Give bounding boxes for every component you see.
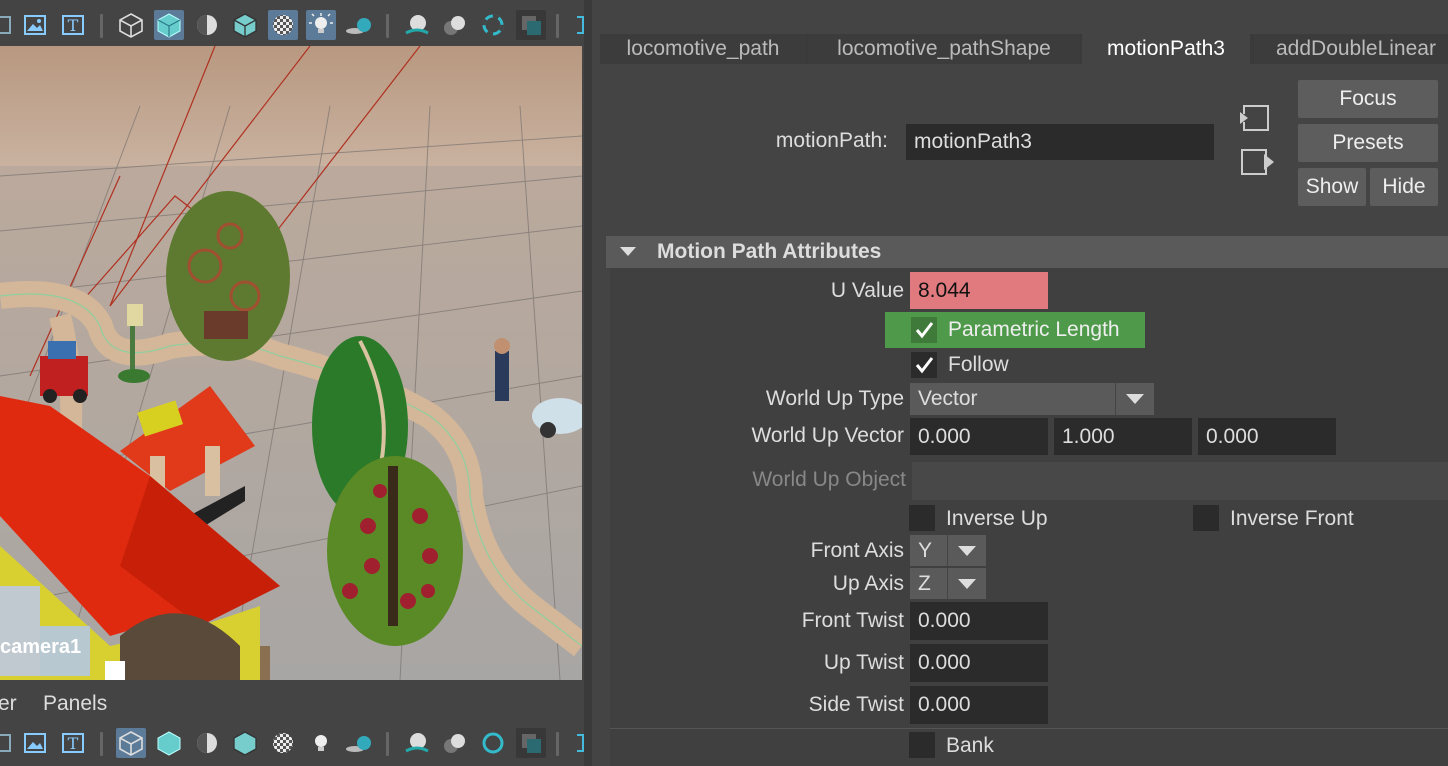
world-up-vector-z-field[interactable]: 0.000 <box>1198 418 1336 455</box>
world-up-vector-label: World Up Vector <box>751 424 904 447</box>
default-material-icon[interactable] <box>192 728 222 758</box>
anti-alias-icon[interactable] <box>478 728 508 758</box>
front-twist-field[interactable]: 0.000 <box>910 602 1048 640</box>
anti-alias-icon[interactable] <box>478 10 508 40</box>
ambient-occlusion-icon[interactable] <box>402 728 432 758</box>
node-name-label: motionPath: <box>775 129 888 152</box>
image-plane-icon[interactable] <box>20 728 50 758</box>
u-value-label: U Value <box>830 279 904 302</box>
parametric-length-checkbox[interactable] <box>911 317 937 343</box>
chevron-down-icon <box>947 535 986 566</box>
focus-button[interactable]: Focus <box>1298 80 1438 118</box>
shadows-icon[interactable] <box>344 10 374 40</box>
isolate-icon[interactable] <box>566 728 584 758</box>
inverse-up-checkbox[interactable] <box>909 505 935 531</box>
wireframe-icon[interactable] <box>116 728 146 758</box>
svg-text:T: T <box>68 734 79 753</box>
wireframe-on-shaded-icon[interactable] <box>230 728 260 758</box>
up-axis-dropdown[interactable]: Z <box>910 568 986 599</box>
tab-locomotive-path[interactable]: locomotive_path <box>600 34 806 64</box>
depth-of-field-icon[interactable] <box>516 728 546 758</box>
chevron-down-icon <box>1115 383 1154 415</box>
world-up-object-label: World Up Object <box>752 468 906 491</box>
panel-menubar: er Panels <box>0 684 584 724</box>
frame-icon[interactable] <box>0 728 16 758</box>
shadows-icon[interactable] <box>344 728 374 758</box>
image-plane-icon[interactable] <box>20 10 50 40</box>
bank-label: Bank <box>946 734 994 757</box>
smooth-shade-icon[interactable] <box>154 728 184 758</box>
depth-of-field-icon[interactable] <box>516 10 546 40</box>
inverse-front-label: Inverse Front <box>1230 507 1354 530</box>
world-up-object-field[interactable] <box>912 462 1448 500</box>
viewport-toolbar-top: T <box>0 4 584 46</box>
section-title: Motion Path Attributes <box>657 240 882 263</box>
world-up-vector-y-field[interactable]: 1.000 <box>1054 418 1192 455</box>
tab-add-double-linear[interactable]: addDoubleLinear <box>1254 34 1448 64</box>
inverse-front-checkbox[interactable] <box>1193 505 1219 531</box>
world-up-vector-x-field[interactable]: 0.000 <box>910 418 1048 455</box>
check-icon <box>915 357 934 374</box>
menu-panels[interactable]: Panels <box>43 692 107 716</box>
divider <box>610 728 1448 729</box>
text-icon[interactable]: T <box>58 10 88 40</box>
world-up-type-dropdown[interactable]: Vector <box>910 383 1154 415</box>
load-input-icon[interactable] <box>1238 102 1272 134</box>
wireframe-icon[interactable] <box>116 10 146 40</box>
lighting-icon[interactable] <box>306 728 336 758</box>
world-up-type-label: World Up Type <box>765 387 904 410</box>
menu-renderer[interactable]: er <box>0 692 17 716</box>
svg-text:T: T <box>68 16 79 35</box>
lighting-icon[interactable] <box>306 10 336 40</box>
motion-blur-icon[interactable] <box>440 728 470 758</box>
parametric-length-label: Parametric Length <box>948 318 1120 341</box>
follow-label: Follow <box>948 353 1009 376</box>
load-output-icon[interactable] <box>1240 146 1274 178</box>
panel-splitter[interactable] <box>584 0 592 766</box>
check-icon <box>915 322 934 339</box>
hide-button[interactable]: Hide <box>1370 168 1438 206</box>
tab-motion-path3[interactable]: motionPath3 <box>1082 34 1250 64</box>
frame-icon[interactable] <box>0 10 16 40</box>
wireframe-on-shaded-icon[interactable] <box>230 10 260 40</box>
up-twist-label: Up Twist <box>823 651 904 674</box>
chevron-down-icon <box>947 568 986 599</box>
side-twist-label: Side Twist <box>808 693 904 716</box>
up-axis-value: Z <box>918 571 931 595</box>
ambient-occlusion-icon[interactable] <box>402 10 432 40</box>
u-value-field[interactable]: 8.044 <box>910 272 1048 309</box>
camera-label: camera1 <box>0 636 82 658</box>
viewport-panel: T camera1 er Panels T <box>0 0 584 766</box>
attribute-editor: locomotive_path locomotive_pathShape mot… <box>592 0 1448 766</box>
default-material-icon[interactable] <box>192 10 222 40</box>
world-up-type-value: Vector <box>918 387 978 410</box>
collapse-triangle-icon <box>620 244 636 262</box>
isolate-icon[interactable] <box>566 10 584 40</box>
motion-blur-icon[interactable] <box>440 10 470 40</box>
inverse-up-label: Inverse Up <box>946 507 1048 530</box>
up-twist-field[interactable]: 0.000 <box>910 644 1048 682</box>
bank-checkbox[interactable] <box>909 732 935 758</box>
follow-checkbox[interactable] <box>911 352 937 378</box>
front-twist-label: Front Twist <box>801 609 904 632</box>
front-axis-dropdown[interactable]: Y <box>910 535 986 566</box>
show-button[interactable]: Show <box>1298 168 1366 206</box>
tab-locomotive-path-shape[interactable]: locomotive_pathShape <box>808 34 1080 64</box>
up-axis-label: Up Axis <box>832 572 904 595</box>
side-twist-field[interactable]: 0.000 <box>910 686 1048 724</box>
viewport-render[interactable] <box>0 46 582 680</box>
viewport-toolbar-bottom: T <box>0 722 584 764</box>
text-icon[interactable]: T <box>58 728 88 758</box>
presets-button[interactable]: Presets <box>1298 124 1438 162</box>
front-axis-label: Front Axis <box>810 539 904 562</box>
textured-icon[interactable] <box>268 728 298 758</box>
node-name-field[interactable]: motionPath3 <box>906 124 1214 160</box>
smooth-shade-icon[interactable] <box>154 10 184 40</box>
motion-path-attributes-header[interactable]: Motion Path Attributes <box>606 236 1448 268</box>
textured-icon[interactable] <box>268 10 298 40</box>
front-axis-value: Y <box>918 538 933 562</box>
